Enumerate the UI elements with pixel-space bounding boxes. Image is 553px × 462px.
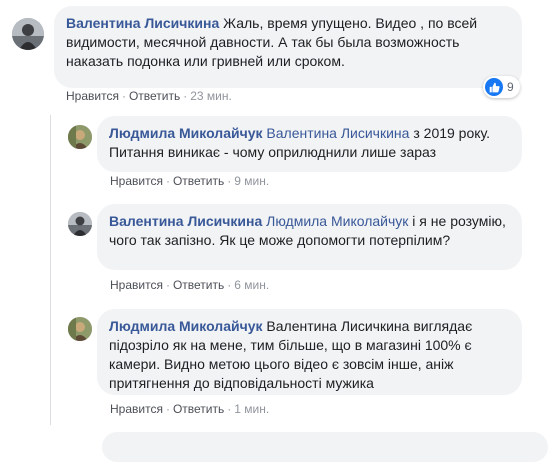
like-link[interactable]: Нравится	[110, 174, 163, 188]
comment-actions: Нравится · Ответить · 6 мин.	[110, 278, 269, 292]
avatar-photo	[68, 212, 92, 236]
comment-bubble: Валентина Лисичкина Жаль, время упущено.…	[54, 6, 522, 88]
reply-link[interactable]: Ответить	[129, 89, 180, 103]
thumbs-up-icon	[485, 78, 503, 96]
separator: ·	[227, 174, 232, 188]
avatar[interactable]	[68, 317, 92, 341]
separator: ·	[121, 89, 126, 103]
comment-timestamp[interactable]: 6 мин.	[234, 278, 269, 292]
comment-author[interactable]: Валентина Лисичкина	[66, 15, 219, 31]
comment-timestamp[interactable]: 1 мин.	[234, 402, 269, 416]
avatar[interactable]	[68, 212, 92, 236]
separator: ·	[183, 89, 188, 103]
separator: ·	[165, 278, 170, 292]
comment-timestamp[interactable]: 23 мин.	[190, 89, 232, 103]
reaction-count: 9	[507, 80, 514, 94]
avatar-photo	[12, 18, 44, 50]
comment-bubble: Людмила Миколайчук Валентина Лисичкина в…	[97, 309, 522, 395]
avatar[interactable]	[68, 125, 92, 149]
separator: ·	[165, 402, 170, 416]
comment-author[interactable]: Валентина Лисичкина	[109, 213, 262, 229]
comment-actions: Нравится · Ответить · 23 мин.	[66, 89, 232, 103]
like-link[interactable]: Нравится	[110, 402, 163, 416]
reply-thread-line	[50, 115, 51, 425]
comment-author[interactable]: Людмила Миколайчук	[109, 318, 263, 334]
comment-bubble: Людмила Миколайчук Валентина Лисичкина з…	[97, 116, 522, 172]
avatar[interactable]	[12, 18, 44, 50]
reply-link[interactable]: Ответить	[173, 278, 224, 292]
mention-link[interactable]: Людмила Миколайчук	[266, 213, 408, 229]
comment-actions: Нравится · Ответить · 1 мин.	[110, 402, 269, 416]
comment-author[interactable]: Людмила Миколайчук	[109, 125, 263, 141]
avatar-photo	[68, 125, 92, 149]
like-link[interactable]: Нравится	[66, 89, 119, 103]
separator: ·	[227, 278, 232, 292]
comment-actions: Нравится · Ответить · 9 мин.	[110, 174, 269, 188]
avatar-photo	[68, 317, 92, 341]
reaction-count-badge[interactable]: 9	[483, 76, 520, 98]
separator: ·	[165, 174, 170, 188]
reply-link[interactable]: Ответить	[173, 402, 224, 416]
mention-link[interactable]: Валентина Лисичкина	[266, 125, 409, 141]
comment-timestamp[interactable]: 9 мин.	[234, 174, 269, 188]
comment-bubble: Валентина Лисичкина Людмила Миколайчук і…	[97, 204, 522, 270]
reply-link[interactable]: Ответить	[173, 174, 224, 188]
like-link[interactable]: Нравится	[110, 278, 163, 292]
separator: ·	[227, 402, 232, 416]
